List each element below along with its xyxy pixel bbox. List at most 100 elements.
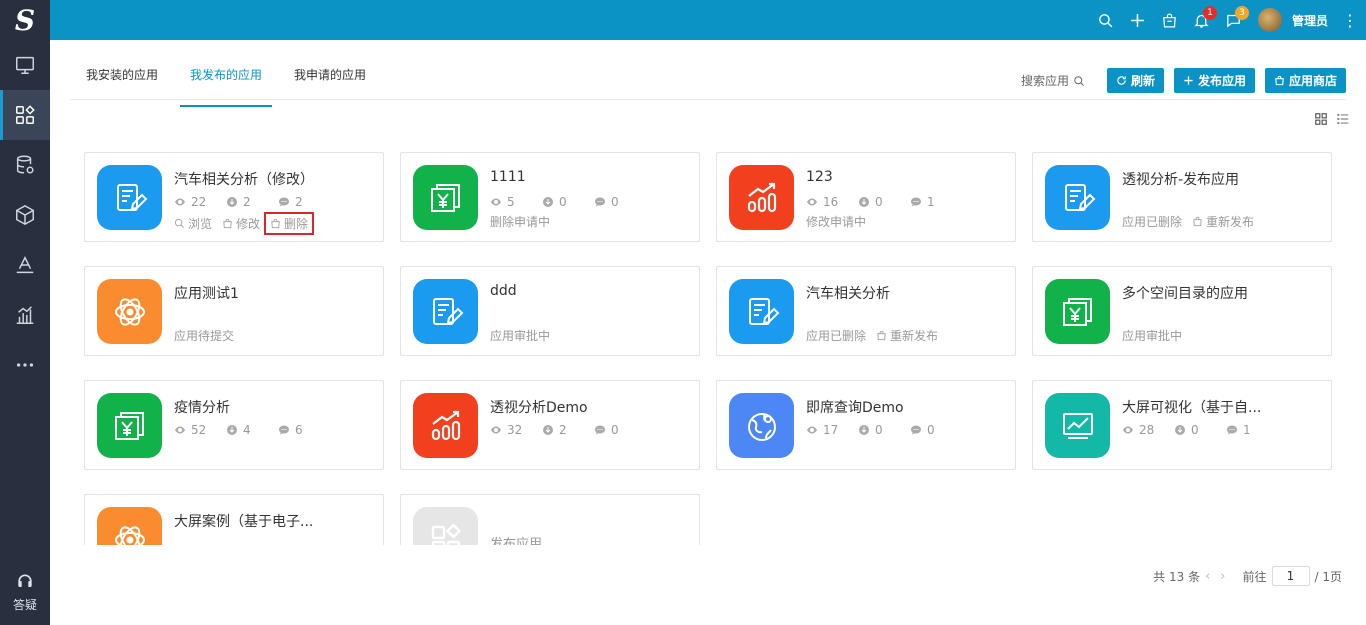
refresh-label: 刷新 <box>1130 74 1155 88</box>
comments-count-value: 6 <box>295 423 303 437</box>
more-vertical-icon[interactable]: ⋮ <box>1342 11 1358 30</box>
app-status: 应用已删除 重新发布 <box>1122 213 1264 230</box>
app-status: 修改申请中 <box>806 213 876 230</box>
app-store-button[interactable]: 应用商店 <box>1264 68 1346 93</box>
sidebar-item-monitor[interactable] <box>0 40 50 90</box>
publish-app-card[interactable]: 发布应用 <box>400 494 700 545</box>
notifications-button[interactable]: 1 <box>1186 0 1218 40</box>
republish-label: 重新发布 <box>1206 215 1255 229</box>
downloads-count: 2 <box>226 195 278 209</box>
views-icon <box>491 426 501 434</box>
screen-chart-icon <box>1062 412 1093 439</box>
avatar[interactable] <box>1257 8 1282 32</box>
goto-label: 前往 <box>1242 569 1267 584</box>
comment-icon <box>595 197 605 207</box>
plus-icon <box>1131 13 1145 27</box>
app-card[interactable]: 大屏可视化（基于自... 28 0 1 <box>1032 380 1332 470</box>
download-icon <box>227 197 237 207</box>
app-card[interactable]: 大屏案例（基于电子... <box>84 494 384 545</box>
app-card[interactable]: 汽车相关分析（修改） 22 2 2 浏览 修改 删除 <box>84 152 384 242</box>
sidebar-item-more[interactable] <box>0 340 50 390</box>
comment-icon <box>595 425 605 435</box>
notification-badge: 1 <box>1202 6 1217 20</box>
app-card[interactable]: 汽车相关分析 应用已删除 重新发布 <box>716 266 1016 356</box>
next-page-icon[interactable]: › <box>1220 569 1225 584</box>
bag-icon <box>271 218 280 229</box>
edit-button[interactable]: 修改 <box>222 215 260 232</box>
comments-count: 2 <box>278 195 330 209</box>
app-card[interactable]: 透视分析-发布应用应用已删除 重新发布 <box>1032 152 1332 242</box>
app-card[interactable]: 透视分析Demo 32 2 0 <box>400 380 700 470</box>
downloads-count-value: 0 <box>875 423 883 437</box>
comments-count-value: 2 <box>295 195 303 209</box>
search-apps[interactable]: 搜索应用 <box>1021 72 1085 89</box>
status-text: 删除申请中 <box>490 215 551 229</box>
help-label: 答疑 <box>12 598 37 612</box>
app-icon-tile <box>729 279 794 344</box>
comment-icon <box>1227 425 1237 435</box>
app-icon-tile <box>413 279 478 344</box>
app-card[interactable]: 即席查询Demo 17 0 0 <box>716 380 1016 470</box>
main-content: 我安装的应用 我发布的应用 我申请的应用 搜索应用 刷新 发布应用 应用商店 汽… <box>50 40 1366 625</box>
sidebar-item-layers[interactable] <box>0 240 50 290</box>
messages-button[interactable]: 3 <box>1218 0 1250 40</box>
app-card[interactable]: ddd 应用审批中 <box>400 266 700 356</box>
comments-count: 0 <box>594 195 646 209</box>
list-view-icon[interactable] <box>1336 112 1350 126</box>
app-card[interactable]: 1111 5 0 0 删除申请中 <box>400 152 700 242</box>
trend-bars-icon <box>747 182 776 212</box>
app-title: 大屏案例（基于电子... <box>174 514 314 530</box>
app-card[interactable]: 疫情分析 52 4 6 <box>84 380 384 470</box>
trend-bars-icon <box>431 410 460 440</box>
views-count: 32 <box>490 423 542 437</box>
browse-button[interactable]: 浏览 <box>174 215 212 232</box>
views-count: 17 <box>806 423 858 437</box>
republish-button[interactable]: 重新发布 <box>876 327 938 344</box>
cube-icon <box>16 204 34 226</box>
grid-view-icon[interactable] <box>1314 112 1328 126</box>
status-text: 应用待提交 <box>174 329 235 343</box>
sidebar-item-charts[interactable] <box>0 290 50 340</box>
sidebar-item-database[interactable] <box>0 140 50 190</box>
views-count-value: 17 <box>823 423 839 437</box>
app-icon-tile <box>1045 393 1110 458</box>
app-title: 透视分析-发布应用 <box>1122 172 1240 188</box>
app-title: 123 <box>806 169 833 185</box>
app-stats: 5 0 0 <box>490 195 646 209</box>
app-icon-tile <box>413 165 478 230</box>
comments-count-value: 0 <box>927 423 935 437</box>
sidebar-item-apps[interactable] <box>0 90 50 140</box>
page-input[interactable]: 1 <box>1271 566 1310 586</box>
tab-installed[interactable]: 我安装的应用 <box>76 66 168 94</box>
delete-button[interactable]: 删除 <box>264 212 315 235</box>
republish-button[interactable]: 重新发布 <box>1192 213 1254 230</box>
add-button[interactable] <box>1122 0 1154 40</box>
app-icon-tile <box>729 393 794 458</box>
republish-label: 重新发布 <box>890 329 939 343</box>
search-button[interactable] <box>1090 0 1122 40</box>
comments-count: 1 <box>1226 423 1278 437</box>
app-card[interactable]: 应用测试1 应用待提交 <box>84 266 384 356</box>
message-badge: 3 <box>1234 6 1249 20</box>
comments-count: 0 <box>910 423 962 437</box>
topbar: 1 3 管理员 ⋮ <box>50 0 1366 40</box>
sidebar-item-cube[interactable] <box>0 190 50 240</box>
tab-published[interactable]: 我发布的应用 <box>180 66 273 107</box>
more-icon <box>16 363 34 367</box>
refresh-button[interactable]: 刷新 <box>1106 68 1164 93</box>
app-operations: 浏览 修改 删除 <box>174 212 321 235</box>
publish-app-button[interactable]: 发布应用 <box>1173 68 1255 93</box>
app-card[interactable]: 多个空间目录的应用 应用审批中 <box>1032 266 1332 356</box>
help-button[interactable]: 答疑 <box>0 572 50 613</box>
tab-applied[interactable]: 我申请的应用 <box>284 66 376 94</box>
logo[interactable]: S <box>0 0 50 40</box>
prev-page-icon[interactable]: ‹ <box>1205 569 1210 584</box>
app-status: 应用审批中 <box>490 327 560 344</box>
total-pages: / 1页 <box>1314 569 1343 584</box>
store-button[interactable] <box>1154 0 1186 40</box>
views-count-value: 28 <box>1139 423 1155 437</box>
app-card[interactable]: 123 16 0 1 修改申请中 <box>716 152 1016 242</box>
username[interactable]: 管理员 <box>1292 12 1328 29</box>
comments-count-value: 0 <box>611 195 619 209</box>
sidebar: S 答疑 <box>0 0 50 625</box>
